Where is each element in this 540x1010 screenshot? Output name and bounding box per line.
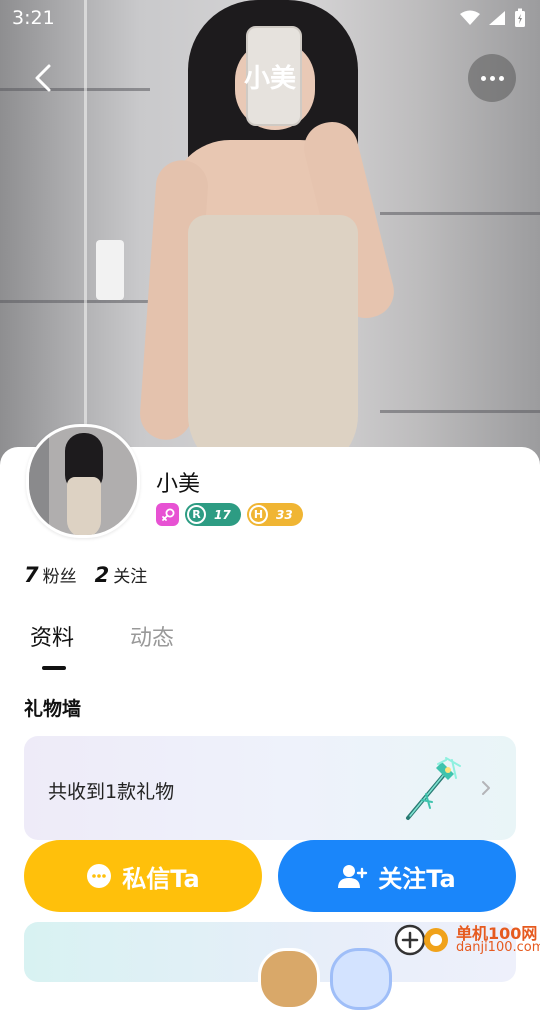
profile-tabs: 资料 动态 (30, 620, 174, 652)
signal-icon (489, 11, 505, 25)
level-h-icon: H (249, 505, 268, 524)
level-r-value: 17 (214, 507, 231, 522)
wifi-icon (460, 10, 480, 25)
watermark-logo-icon (394, 924, 448, 956)
chevron-right-icon (482, 781, 490, 795)
level-badge-r: R 17 (185, 503, 241, 526)
status-bar: 3:21 (0, 0, 540, 36)
stat-following[interactable]: 2 关注 (95, 562, 148, 587)
message-button[interactable]: 私信Ta (24, 840, 262, 912)
tab-moments[interactable]: 动态 (130, 620, 174, 652)
wall-tile-line (380, 410, 540, 413)
wand-gift-icon (406, 757, 461, 820)
stat-following-label: 关注 (113, 567, 148, 587)
watermark-url: danji100.com (456, 940, 540, 955)
gift-wall-title: 礼物墙 (24, 698, 82, 720)
wall-tile-line (0, 300, 150, 303)
user-name: 小美 (156, 472, 201, 497)
avatar[interactable] (26, 424, 140, 538)
avatar[interactable] (330, 948, 392, 1010)
watermark: 单机100网 danji100.com (392, 918, 540, 960)
avatar[interactable] (258, 948, 320, 1010)
avatar-dress-shape (67, 477, 101, 535)
stat-fans[interactable]: 7 粉丝 (24, 562, 77, 587)
battery-icon (515, 8, 525, 27)
more-icon (489, 75, 495, 81)
stat-following-count: 2 (94, 563, 110, 587)
status-time: 3:21 (12, 7, 55, 29)
more-icon (480, 75, 486, 81)
message-button-label: 私信Ta (122, 864, 200, 893)
dress-shape (188, 215, 358, 470)
level-badge-h: H 33 (247, 503, 303, 526)
female-icon (161, 508, 174, 521)
avatar-wall-shape (29, 427, 49, 535)
tab-profile[interactable]: 资料 (30, 620, 74, 652)
page-title: 小美 (243, 64, 296, 94)
stat-fans-count: 7 (24, 563, 39, 587)
add-user-icon (338, 865, 368, 888)
gift-wall-card[interactable]: 共收到1款礼物 (24, 736, 516, 840)
status-icons (460, 8, 526, 28)
chat-bubble-icon (87, 864, 112, 888)
level-h-value: 33 (276, 507, 293, 522)
stat-fans-label: 粉丝 (42, 567, 77, 587)
towel-shape (96, 240, 124, 300)
gift-summary: 共收到1款礼物 (48, 781, 175, 803)
wall-tile-line (380, 212, 540, 215)
user-badges: R 17 H 33 (156, 503, 303, 526)
gender-badge (156, 503, 179, 526)
more-icon (498, 75, 504, 81)
more-button[interactable] (468, 54, 516, 102)
follow-button[interactable]: 关注Ta (278, 840, 516, 912)
follow-stats: 7 粉丝 2 关注 (24, 562, 147, 587)
follow-button-label: 关注Ta (378, 864, 456, 893)
level-r-icon: R (187, 505, 206, 524)
tab-indicator (42, 666, 66, 670)
